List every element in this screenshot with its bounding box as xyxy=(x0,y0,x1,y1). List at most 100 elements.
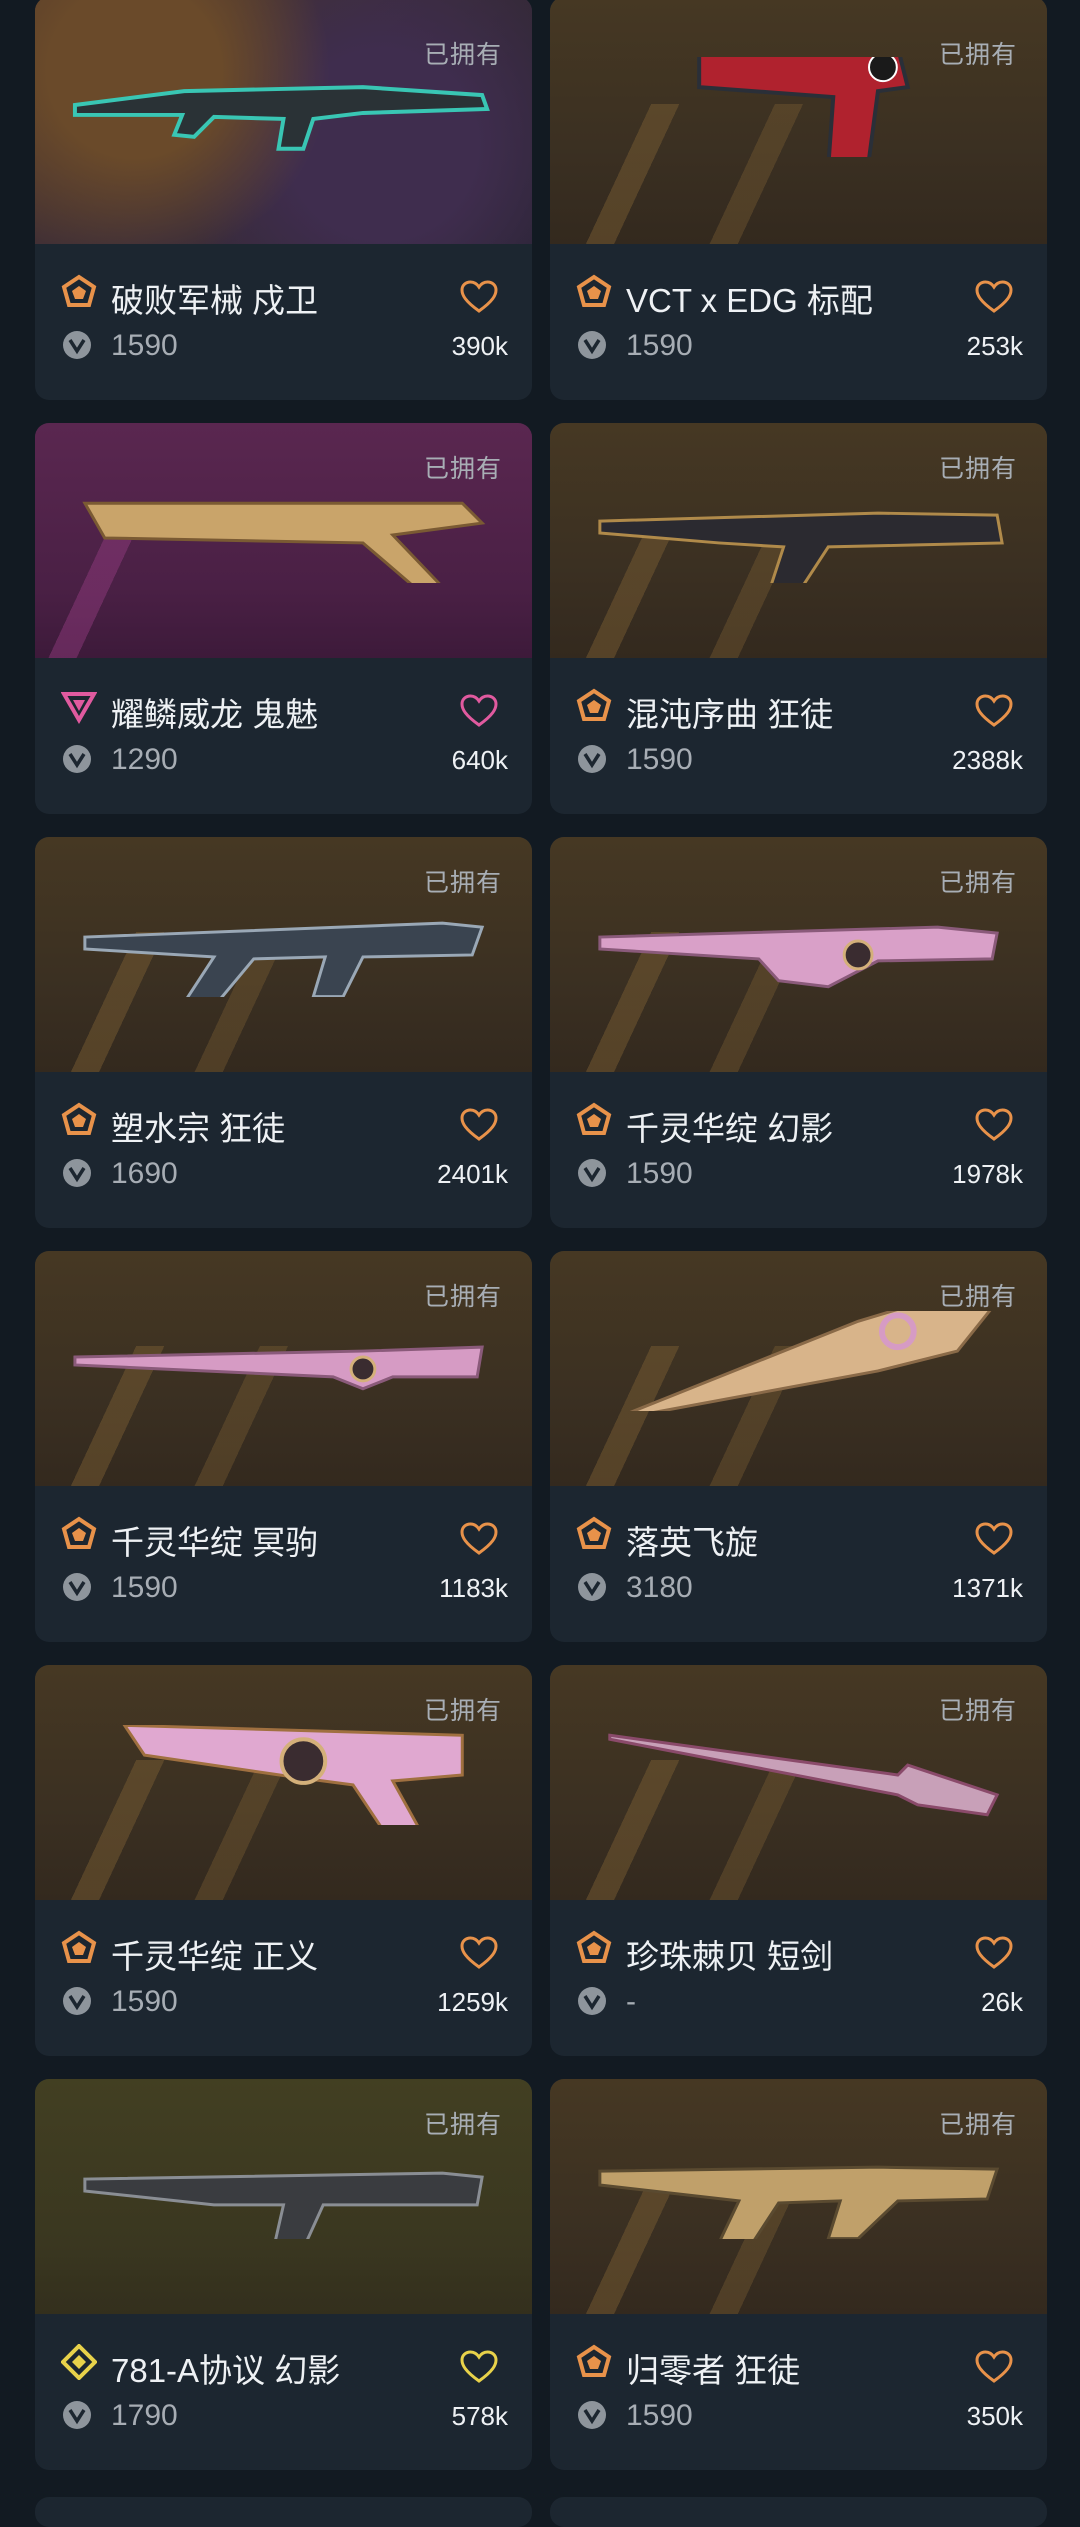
premium-tier-icon xyxy=(576,1930,612,1963)
skin-card[interactable]: 已拥有 千灵华绽 冥驹 1590 1183k xyxy=(35,1251,532,1642)
skin-price: 1590 xyxy=(111,329,178,362)
owned-label: 已拥有 xyxy=(938,41,1017,69)
skin-card[interactable]: 已拥有 VCT x EDG 标配 1590 253k xyxy=(550,0,1047,400)
skin-price: - xyxy=(626,1985,636,2018)
vp-currency-icon xyxy=(578,2401,606,2429)
heart-icon[interactable] xyxy=(975,1108,1013,1142)
next-card-peek xyxy=(35,2497,532,2527)
owned-label: 已拥有 xyxy=(938,2111,1017,2139)
heart-icon[interactable] xyxy=(975,2350,1013,2384)
skin-grid: 已拥有 破败军械 戍卫 1590 390k 已拥有 VCT x EDG 标配 1… xyxy=(35,0,1047,2470)
premium-tier-icon xyxy=(576,274,612,307)
owned-label: 已拥有 xyxy=(423,869,502,897)
dagger-icon xyxy=(580,1725,1017,1825)
heart-icon[interactable] xyxy=(460,1936,498,1970)
rifle-icon xyxy=(65,897,502,1009)
skin-price: 1290 xyxy=(111,743,178,776)
heart-icon[interactable] xyxy=(460,280,498,314)
favorite-count: 1978k xyxy=(952,1159,1023,1189)
favorite-count: 640k xyxy=(451,745,508,775)
vp-currency-icon xyxy=(578,1573,606,1601)
skin-name: 破败军械 戍卫 xyxy=(111,282,319,319)
favorite-count: 1183k xyxy=(439,1573,508,1603)
skin-artwork: 已拥有 xyxy=(35,423,532,658)
skin-artwork: 已拥有 xyxy=(35,0,532,244)
skin-artwork: 已拥有 xyxy=(550,423,1047,658)
pistol-icon xyxy=(580,45,1017,169)
premium-tier-icon xyxy=(61,274,97,307)
vp-currency-icon xyxy=(63,745,91,773)
skin-name: 塑水宗 狂徒 xyxy=(111,1110,286,1147)
vp-currency-icon xyxy=(63,1987,91,2015)
vp-currency-icon xyxy=(578,1987,606,2015)
owned-label: 已拥有 xyxy=(938,1697,1017,1725)
skin-price: 1590 xyxy=(626,743,693,776)
skin-card[interactable]: 已拥有 千灵华绽 幻影 1590 1978k xyxy=(550,837,1047,1228)
rifle-icon xyxy=(580,483,1017,595)
owned-label: 已拥有 xyxy=(423,1697,502,1725)
heart-icon[interactable] xyxy=(975,694,1013,728)
skin-card[interactable]: 已拥有 珍珠棘贝 短剑 - 26k xyxy=(550,1665,1047,2056)
favorite-count: 26k xyxy=(981,1987,1023,2017)
heart-icon[interactable] xyxy=(460,1522,498,1556)
rifle-icon xyxy=(65,57,502,157)
favorite-count: 578k xyxy=(451,2401,508,2431)
skin-artwork: 已拥有 xyxy=(35,1665,532,1900)
vp-currency-icon xyxy=(63,331,91,359)
skin-price: 3180 xyxy=(626,1571,693,1604)
skin-name: VCT x EDG 标配 xyxy=(626,282,873,319)
skin-artwork: 已拥有 xyxy=(550,2079,1047,2314)
skin-artwork: 已拥有 xyxy=(550,837,1047,1072)
vp-currency-icon xyxy=(63,2401,91,2429)
owned-label: 已拥有 xyxy=(938,1283,1017,1311)
skin-card[interactable]: 已拥有 破败军械 戍卫 1590 390k xyxy=(35,0,532,400)
favorite-count: 350k xyxy=(966,2401,1023,2431)
vp-currency-icon xyxy=(578,331,606,359)
skin-card[interactable]: 已拥有 781-A协议 幻影 1790 578k xyxy=(35,2079,532,2470)
skin-name: 珍珠棘贝 短剑 xyxy=(626,1938,834,1975)
next-card-peek xyxy=(550,2497,1047,2527)
vp-currency-icon xyxy=(63,1573,91,1601)
skin-artwork: 已拥有 xyxy=(550,0,1047,244)
skin-card[interactable]: 已拥有 归零者 狂徒 1590 350k xyxy=(550,2079,1047,2470)
heart-icon[interactable] xyxy=(975,1936,1013,1970)
skin-card[interactable]: 已拥有 混沌序曲 狂徒 1590 2388k xyxy=(550,423,1047,814)
skin-card[interactable]: 已拥有 耀鳞威龙 鬼魅 1290 640k xyxy=(35,423,532,814)
skin-artwork: 已拥有 xyxy=(35,837,532,1072)
skin-card[interactable]: 已拥有 落英飞旋 3180 1371k xyxy=(550,1251,1047,1642)
exclusive-tier-icon xyxy=(61,692,97,724)
heart-icon[interactable] xyxy=(975,280,1013,314)
premium-tier-icon xyxy=(576,2344,612,2377)
skin-artwork: 已拥有 xyxy=(35,2079,532,2314)
sniper-icon xyxy=(65,1311,502,1411)
owned-label: 已拥有 xyxy=(423,455,502,483)
heart-icon[interactable] xyxy=(460,694,498,728)
skin-name: 781-A协议 幻影 xyxy=(111,2352,341,2389)
premium-tier-icon xyxy=(576,688,612,721)
premium-tier-icon xyxy=(576,1516,612,1549)
heart-icon[interactable] xyxy=(460,2350,498,2384)
skin-card[interactable]: 已拥有 塑水宗 狂徒 1690 2401k xyxy=(35,837,532,1228)
favorite-count: 2401k xyxy=(437,1159,508,1189)
premium-tier-icon xyxy=(61,1930,97,1963)
skin-name: 落英飞旋 xyxy=(626,1524,758,1561)
skin-artwork: 已拥有 xyxy=(550,1665,1047,1900)
revolver-icon xyxy=(65,1723,502,1847)
skin-artwork: 已拥有 xyxy=(550,1251,1047,1486)
favorite-count: 1259k xyxy=(437,1987,508,2017)
knife-icon xyxy=(580,1289,1017,1423)
favorite-count: 1371k xyxy=(952,1573,1023,1603)
skin-card[interactable]: 已拥有 千灵华绽 正义 1590 1259k xyxy=(35,1665,532,2056)
heart-icon[interactable] xyxy=(460,1108,498,1142)
skin-name: 混沌序曲 狂徒 xyxy=(626,696,834,733)
skin-price: 1590 xyxy=(626,329,693,362)
owned-label: 已拥有 xyxy=(938,869,1017,897)
skin-name: 耀鳞威龙 鬼魅 xyxy=(111,696,319,733)
heart-icon[interactable] xyxy=(975,1522,1013,1556)
owned-label: 已拥有 xyxy=(423,41,502,69)
skin-name: 千灵华绽 正义 xyxy=(111,1938,319,1975)
vp-currency-icon xyxy=(578,745,606,773)
premium-tier-icon xyxy=(61,1102,97,1135)
favorite-count: 390k xyxy=(451,331,508,361)
premium-tier-icon xyxy=(576,1102,612,1135)
